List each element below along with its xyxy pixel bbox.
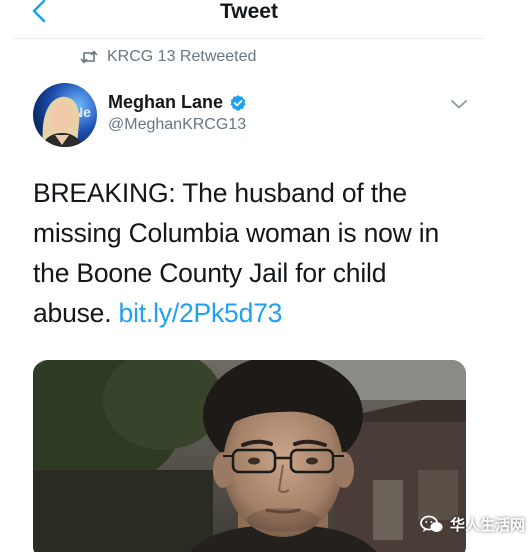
tweet-line: BREAKING: The husband of the	[33, 178, 407, 208]
watermark-text: 华人生活网	[450, 517, 526, 534]
tweet-text-fragment: abuse.	[33, 298, 119, 328]
tweet-link[interactable]: bit.ly/2Pk5d73	[119, 298, 283, 328]
page-title: Tweet	[220, 0, 278, 23]
chevron-down-icon	[451, 100, 467, 109]
more-options-button[interactable]	[448, 96, 470, 112]
tweet-media-photo[interactable]	[33, 360, 466, 552]
tweet-line: the Boone County Jail for child	[33, 258, 387, 288]
retweet-indicator[interactable]: KRCG 13 Retweeted	[80, 47, 256, 67]
retweet-icon	[80, 50, 98, 64]
photo-image	[33, 360, 466, 552]
author-name: Meghan Lane	[108, 92, 224, 112]
retweet-label: KRCG 13 Retweeted	[107, 48, 257, 65]
avatar[interactable]: Ne	[33, 83, 97, 147]
verified-badge-icon	[230, 94, 246, 111]
avatar-image: Ne	[33, 83, 97, 147]
wechat-icon	[420, 515, 443, 532]
author-name-row[interactable]: Meghan Lane	[108, 92, 247, 113]
tweet-line: abuse. bit.ly/2Pk5d73	[33, 293, 473, 333]
tweet-line: missing Columbia woman is now in	[33, 218, 439, 248]
watermark: 华人生活网	[420, 514, 525, 535]
tweet-text: BREAKING: The husband of the missing Col…	[33, 173, 473, 333]
tweet-detail-screen: Tweet KRCG 13 Retweeted Ne Meghan Lane @…	[0, 0, 530, 552]
header-bar: Tweet	[14, 0, 484, 39]
author-handle[interactable]: @MeghanKRCG13	[108, 116, 246, 134]
